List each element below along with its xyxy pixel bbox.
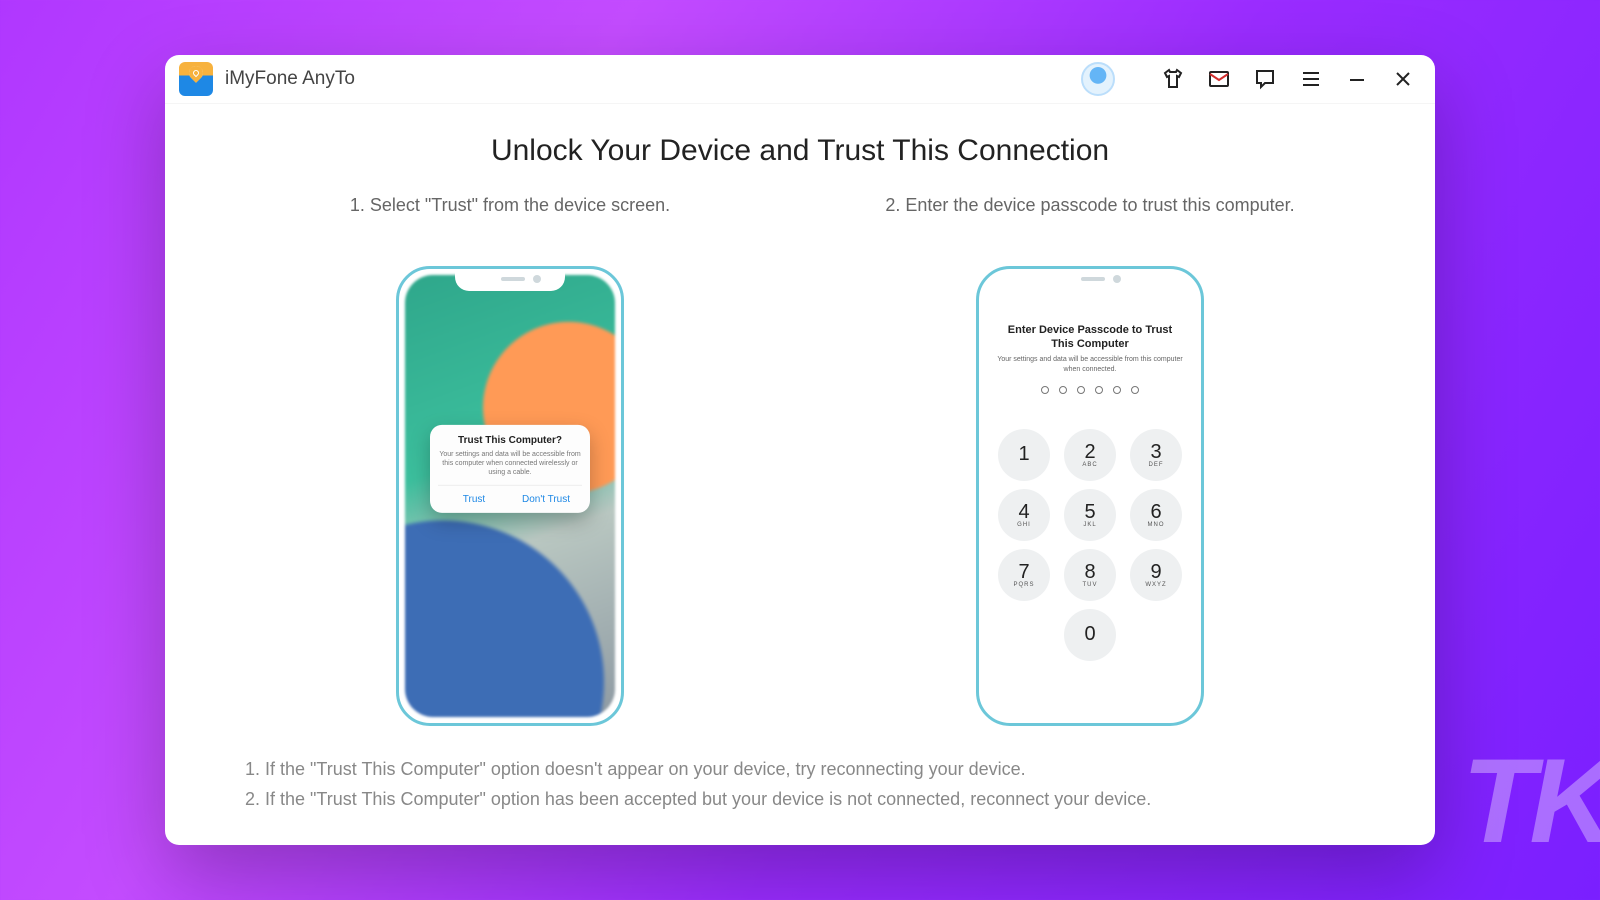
passcode-header: Enter Device Passcode to Trust This Comp… (979, 323, 1201, 394)
trust-button[interactable]: Trust (438, 486, 510, 513)
phone-passcode-mockup: Enter Device Passcode to Trust This Comp… (976, 266, 1204, 726)
app-title: iMyFone AnyTo (225, 68, 355, 90)
passcode-dot (1113, 386, 1121, 394)
phone-notch (1035, 269, 1145, 291)
step-two-column: 2. Enter the device passcode to trust th… (860, 192, 1320, 726)
key-0[interactable]: 0 (1064, 609, 1116, 661)
page-title: Unlock Your Device and Trust This Connec… (205, 134, 1395, 168)
app-window: iMyFone AnyTo Unlock Your Device and Tru… (165, 55, 1435, 845)
key-6[interactable]: 6MNO (1130, 489, 1182, 541)
phone-trust-mockup: Trust This Computer? Your settings and d… (396, 266, 624, 726)
passcode-dots (979, 386, 1201, 394)
trust-dialog-title: Trust This Computer? (438, 434, 582, 445)
key-1[interactable]: 1 (998, 429, 1050, 481)
note-2: 2. If the "Trust This Computer" option h… (245, 784, 1355, 815)
key-8[interactable]: 8TUV (1064, 549, 1116, 601)
trust-dialog: Trust This Computer? Your settings and d… (430, 424, 590, 512)
shirt-icon[interactable] (1155, 61, 1191, 97)
passcode-dot (1077, 386, 1085, 394)
menu-icon[interactable] (1293, 61, 1329, 97)
passcode-dot (1041, 386, 1049, 394)
close-button[interactable] (1385, 61, 1421, 97)
note-1: 1. If the "Trust This Computer" option d… (245, 754, 1355, 785)
key-4[interactable]: 4GHI (998, 489, 1050, 541)
minimize-button[interactable] (1339, 61, 1375, 97)
key-9[interactable]: 9WXYZ (1130, 549, 1182, 601)
dont-trust-button[interactable]: Don't Trust (510, 486, 582, 513)
step-two-text: 2. Enter the device passcode to trust th… (885, 192, 1294, 248)
mail-icon[interactable] (1201, 61, 1237, 97)
app-logo-icon (179, 62, 213, 96)
passcode-subtitle: Your settings and data will be accessibl… (979, 355, 1201, 373)
footer-notes: 1. If the "Trust This Computer" option d… (205, 754, 1395, 815)
content-area: Unlock Your Device and Trust This Connec… (165, 104, 1435, 845)
keypad: 1 2ABC 3DEF 4GHI 5JKL 6MNO 7PQRS 8TUV 9W… (979, 429, 1201, 661)
key-2[interactable]: 2ABC (1064, 429, 1116, 481)
key-7[interactable]: 7PQRS (998, 549, 1050, 601)
watermark: TK (1462, 732, 1600, 870)
trust-dialog-body: Your settings and data will be accessibl… (438, 449, 582, 476)
account-avatar-icon[interactable] (1081, 62, 1115, 96)
step-one-column: 1. Select "Trust" from the device screen… (280, 192, 740, 726)
key-3[interactable]: 3DEF (1130, 429, 1182, 481)
key-5[interactable]: 5JKL (1064, 489, 1116, 541)
passcode-dot (1059, 386, 1067, 394)
passcode-title: Enter Device Passcode to Trust This Comp… (979, 323, 1201, 352)
passcode-dot (1095, 386, 1103, 394)
titlebar: iMyFone AnyTo (165, 55, 1435, 104)
feedback-icon[interactable] (1247, 61, 1283, 97)
step-one-text: 1. Select "Trust" from the device screen… (350, 192, 670, 248)
passcode-dot (1131, 386, 1139, 394)
phone-notch (455, 269, 565, 291)
